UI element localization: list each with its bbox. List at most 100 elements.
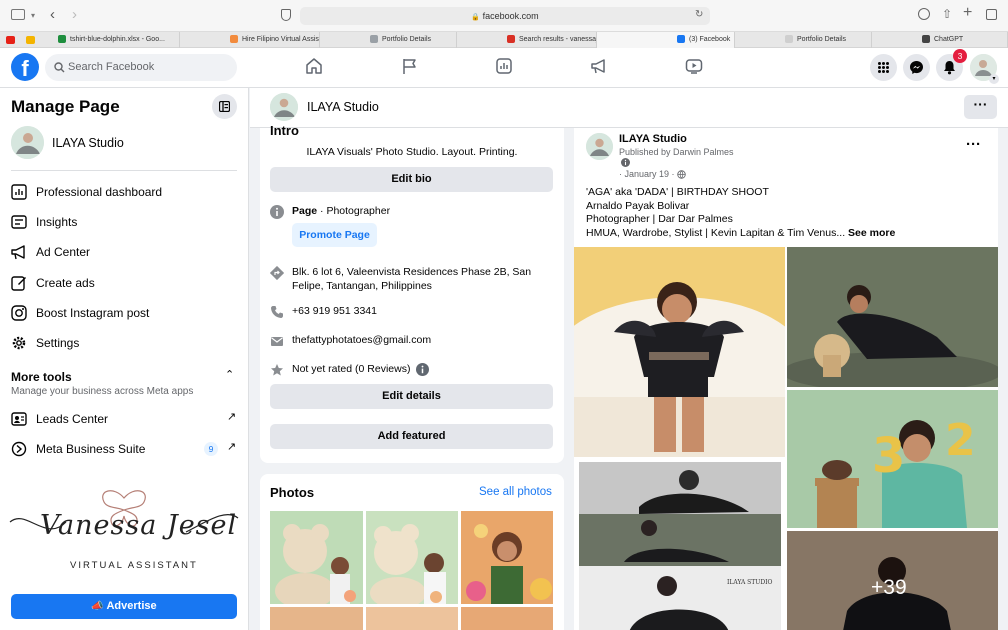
lock-icon: 🔒 — [471, 14, 481, 21]
megaphone-icon[interactable] — [590, 57, 608, 75]
tool-item-meta-business-suite[interactable]: Meta Business Suite 9 ↗ — [11, 440, 237, 458]
tool-item-leads-center[interactable]: Leads Center ↗ — [11, 410, 237, 428]
browser-titlebar: ▾ ‹ › 🔒 facebook.com ↻ ⇧ + — [0, 0, 1008, 31]
chart-icon[interactable] — [495, 57, 513, 75]
page-header-avatar[interactable] — [270, 93, 298, 121]
browser-tab[interactable]: Portfolio Details — [320, 32, 457, 48]
sidebar-item-label: Settings — [36, 336, 80, 350]
divider — [11, 170, 237, 171]
share-icon[interactable]: ⇧ — [942, 7, 952, 21]
advertise-button[interactable]: 📣 Advertise — [11, 594, 237, 619]
tab-overview-icon[interactable] — [986, 9, 997, 20]
home-icon[interactable] — [305, 57, 323, 75]
page-category-row: Page · Photographer — [270, 205, 390, 219]
post-text-line: HMUA, Wardrobe, Stylist | Kevin Lapitan … — [586, 227, 991, 241]
browser-tab[interactable]: Hire Filipino Virtual Assistants... — [180, 32, 320, 48]
see-more-link[interactable]: See more — [848, 227, 895, 239]
post-options-icon[interactable]: ··· — [966, 136, 981, 153]
shield-icon[interactable] — [281, 9, 291, 21]
edit-details-button[interactable]: Edit details — [270, 384, 553, 409]
browser-tab[interactable]: Search results - vanessajesel... — [457, 32, 597, 48]
svg-text:3: 3 — [872, 428, 905, 484]
external-link-icon: ↗ — [227, 441, 237, 453]
info-icon — [270, 205, 284, 219]
sidebar-item-create-ads[interactable]: Create ads — [11, 274, 95, 292]
photo-thumbnail[interactable] — [461, 607, 553, 630]
photo-thumbnail[interactable] — [366, 607, 458, 630]
page-header-name[interactable]: ILAYA Studio — [307, 100, 379, 114]
post-line-text: Arnaldo Payak Bolivar — [586, 199, 690, 212]
tool-item-label: Leads Center — [36, 412, 109, 426]
sidebar-item-professional-dashboard[interactable]: Professional dashboard — [11, 183, 162, 201]
intro-title: Intro — [270, 123, 299, 138]
photo-thumbnail[interactable] — [270, 511, 363, 604]
tab-title: Portfolio Details — [382, 36, 432, 43]
new-tab-icon[interactable]: + — [963, 4, 972, 22]
address-bar[interactable]: 🔒 facebook.com — [300, 7, 710, 25]
chevron-down-icon[interactable]: ▾ — [31, 11, 35, 20]
sidebar-item-ad-center[interactable]: Ad Center — [11, 243, 90, 261]
megaphone-icon — [11, 245, 25, 260]
sidebar-item-label: Ad Center — [36, 245, 91, 259]
tab-title: Hire Filipino Virtual Assistants... — [242, 36, 320, 43]
post-photo-more[interactable]: +39 — [787, 531, 998, 630]
photo-thumbnail[interactable] — [461, 511, 553, 604]
menu-grid-button[interactable] — [870, 54, 897, 81]
account-chevron-icon[interactable]: ▾ — [989, 74, 999, 84]
reload-icon[interactable]: ↻ — [695, 9, 703, 20]
address-text: facebook.com — [482, 11, 539, 21]
back-icon[interactable]: ‹ — [50, 6, 55, 23]
messenger-icon — [910, 61, 923, 74]
facebook-logo[interactable]: f — [11, 53, 39, 81]
post-text: 'AGA' aka 'DADA' | BIRTHDAY SHOOT Arnaldo… — [586, 186, 991, 240]
messenger-button[interactable] — [903, 54, 930, 81]
sidebar-toggle-icon[interactable] — [11, 9, 25, 20]
facebook-header: f Search Facebook 3 ▾ — [0, 48, 1008, 88]
svg-text:2: 2 — [945, 415, 976, 466]
sidebar-item-insights[interactable]: Insights — [11, 213, 77, 231]
post-author-avatar[interactable] — [586, 133, 613, 160]
browser-tab[interactable]: (3) Facebook — [597, 32, 735, 48]
edit-bio-button[interactable]: Edit bio — [270, 167, 553, 192]
browser-tab[interactable]: ChatGPT — [872, 32, 1008, 48]
sidebar-item-settings[interactable]: Settings — [11, 334, 79, 352]
post-photo[interactable] — [574, 247, 785, 457]
sidebar-item-label: Insights — [36, 215, 78, 229]
chevron-up-icon[interactable]: ⌃ — [225, 368, 234, 381]
search-input[interactable]: Search Facebook — [45, 54, 237, 81]
add-featured-button[interactable]: Add featured — [270, 424, 553, 449]
post-line-text: Photographer | Dar Dar Palmes — [586, 213, 733, 225]
post-photo[interactable]: ILAYA STUDIO — [579, 462, 781, 630]
post-author-name[interactable]: ILAYA Studio — [619, 133, 687, 145]
tab-title: (3) Facebook — [689, 36, 731, 43]
page-profile-row[interactable]: ILAYA Studio — [11, 126, 237, 160]
photo-thumbnail[interactable] — [366, 511, 458, 604]
see-all-photos-link[interactable]: See all photos — [479, 486, 552, 498]
address-text: Blk. 6 lot 6, Valeenvista Residences Pha… — [292, 266, 532, 292]
sidebar-layout-button[interactable] — [212, 94, 237, 119]
rating-info-icon[interactable] — [416, 363, 430, 376]
video-icon[interactable] — [685, 57, 703, 75]
post-date[interactable]: · January 19 · — [619, 169, 686, 179]
browser-tab[interactable]: Portfolio Details — [735, 32, 872, 48]
page-header-bar: ILAYA Studio ··· — [250, 88, 1008, 128]
post-photo[interactable]: 32 — [787, 390, 998, 528]
search-placeholder: Search Facebook — [68, 61, 155, 73]
grid-icon — [878, 62, 889, 73]
audience-info-icon[interactable] — [621, 158, 630, 167]
photo-thumbnail[interactable] — [270, 607, 363, 630]
pinned-tab-icon[interactable] — [26, 36, 35, 44]
page-avatar — [11, 126, 44, 159]
promote-page-button[interactable]: Promote Page — [292, 223, 377, 247]
forward-icon[interactable]: › — [72, 6, 77, 23]
browser-tab[interactable]: tshirt-blue-dolphin.xlsx - Goo... — [52, 32, 180, 48]
email-row: thefattyphotatoes@gmail.com — [270, 334, 431, 348]
sidebar-item-boost-instagram-post[interactable]: Boost Instagram post — [11, 304, 149, 322]
download-icon[interactable] — [918, 8, 930, 20]
logo-script-name: Vanessa Jesel — [40, 510, 238, 541]
flag-icon[interactable] — [401, 57, 419, 75]
pinned-tab-icon[interactable] — [6, 36, 15, 44]
post-photo[interactable] — [787, 247, 998, 387]
page-options-button[interactable]: ··· — [964, 95, 997, 119]
tab-title: ChatGPT — [934, 36, 964, 43]
